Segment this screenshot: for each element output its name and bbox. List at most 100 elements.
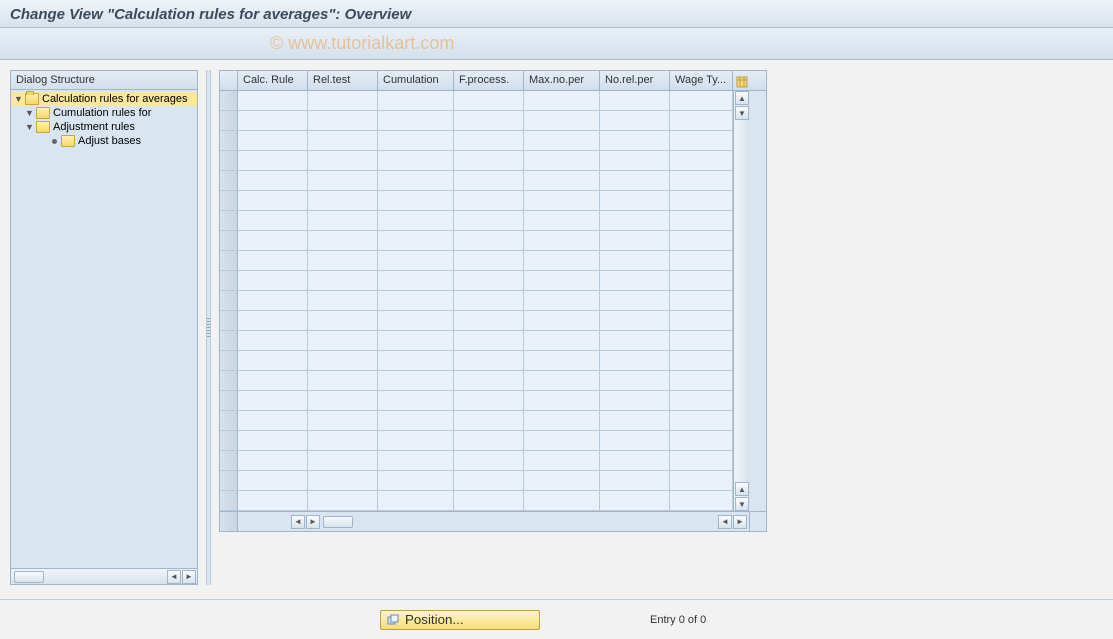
table-cell[interactable]	[378, 351, 454, 370]
table-cell[interactable]	[238, 351, 308, 370]
table-cell[interactable]	[454, 491, 524, 510]
grid-config-button[interactable]	[733, 71, 751, 90]
table-cell[interactable]	[454, 391, 524, 410]
table-cell[interactable]	[670, 211, 733, 230]
table-cell[interactable]	[600, 351, 670, 370]
table-cell[interactable]	[600, 191, 670, 210]
table-cell[interactable]	[454, 351, 524, 370]
table-cell[interactable]	[238, 251, 308, 270]
table-cell[interactable]	[670, 331, 733, 350]
table-row[interactable]	[220, 331, 733, 351]
table-cell[interactable]	[524, 151, 600, 170]
table-cell[interactable]	[670, 351, 733, 370]
table-cell[interactable]	[308, 111, 378, 130]
scroll-down2-icon[interactable]: ▼	[735, 497, 749, 511]
table-cell[interactable]	[378, 431, 454, 450]
table-row[interactable]	[220, 411, 733, 431]
table-row[interactable]	[220, 131, 733, 151]
table-cell[interactable]	[238, 191, 308, 210]
table-cell[interactable]	[670, 371, 733, 390]
table-cell[interactable]	[524, 91, 600, 110]
table-row[interactable]	[220, 351, 733, 371]
table-cell[interactable]	[378, 251, 454, 270]
row-header[interactable]	[220, 191, 238, 210]
table-cell[interactable]	[600, 311, 670, 330]
table-cell[interactable]	[454, 471, 524, 490]
table-cell[interactable]	[308, 231, 378, 250]
table-cell[interactable]	[600, 371, 670, 390]
table-cell[interactable]	[308, 431, 378, 450]
table-cell[interactable]	[524, 231, 600, 250]
table-row[interactable]	[220, 471, 733, 491]
row-header[interactable]	[220, 91, 238, 110]
table-cell[interactable]	[378, 391, 454, 410]
table-cell[interactable]	[670, 451, 733, 470]
table-cell[interactable]	[308, 191, 378, 210]
table-cell[interactable]	[600, 111, 670, 130]
table-cell[interactable]	[238, 111, 308, 130]
scroll-up-icon[interactable]: ▲	[735, 91, 749, 105]
table-cell[interactable]	[524, 411, 600, 430]
table-cell[interactable]	[600, 331, 670, 350]
table-cell[interactable]	[238, 151, 308, 170]
col-cumulation[interactable]: Cumulation	[378, 71, 454, 90]
table-cell[interactable]	[524, 431, 600, 450]
expand-icon[interactable]: ▼	[25, 123, 34, 132]
table-cell[interactable]	[238, 411, 308, 430]
table-cell[interactable]	[308, 351, 378, 370]
table-cell[interactable]	[600, 251, 670, 270]
table-row[interactable]	[220, 251, 733, 271]
table-cell[interactable]	[378, 191, 454, 210]
col-max-no-per[interactable]: Max.no.per	[524, 71, 600, 90]
table-cell[interactable]	[378, 271, 454, 290]
table-cell[interactable]	[600, 411, 670, 430]
table-cell[interactable]	[524, 471, 600, 490]
table-row[interactable]	[220, 151, 733, 171]
col-wage-type[interactable]: Wage Ty...	[670, 71, 733, 90]
tree-hscrollbar[interactable]: ◄ ►	[11, 568, 197, 584]
table-cell[interactable]	[524, 491, 600, 510]
row-header[interactable]	[220, 111, 238, 130]
table-cell[interactable]	[600, 131, 670, 150]
table-cell[interactable]	[308, 291, 378, 310]
table-cell[interactable]	[378, 291, 454, 310]
col-f-process[interactable]: F.process.	[454, 71, 524, 90]
table-cell[interactable]	[378, 471, 454, 490]
table-cell[interactable]	[454, 371, 524, 390]
table-cell[interactable]	[454, 111, 524, 130]
table-cell[interactable]	[454, 151, 524, 170]
grid-hscrollbar[interactable]: ◄ ► ◄ ►	[238, 514, 749, 530]
table-cell[interactable]	[600, 171, 670, 190]
table-cell[interactable]	[238, 291, 308, 310]
table-cell[interactable]	[524, 391, 600, 410]
table-cell[interactable]	[600, 91, 670, 110]
table-cell[interactable]	[238, 391, 308, 410]
table-cell[interactable]	[238, 451, 308, 470]
table-cell[interactable]	[238, 211, 308, 230]
scroll-right2-icon[interactable]: ►	[733, 515, 747, 529]
table-row[interactable]	[220, 371, 733, 391]
table-cell[interactable]	[308, 491, 378, 510]
table-cell[interactable]	[238, 331, 308, 350]
row-header[interactable]	[220, 291, 238, 310]
table-cell[interactable]	[238, 171, 308, 190]
tree-node[interactable]: ▼Adjustment rules	[11, 120, 197, 134]
table-cell[interactable]	[600, 491, 670, 510]
table-cell[interactable]	[378, 231, 454, 250]
row-header[interactable]	[220, 331, 238, 350]
table-row[interactable]	[220, 491, 733, 511]
table-cell[interactable]	[378, 211, 454, 230]
table-row[interactable]	[220, 111, 733, 131]
table-cell[interactable]	[524, 191, 600, 210]
table-cell[interactable]	[670, 151, 733, 170]
scroll-thumb[interactable]	[323, 516, 353, 528]
table-cell[interactable]	[308, 311, 378, 330]
table-row[interactable]	[220, 231, 733, 251]
table-cell[interactable]	[308, 371, 378, 390]
table-cell[interactable]	[670, 111, 733, 130]
table-cell[interactable]	[670, 131, 733, 150]
table-cell[interactable]	[308, 271, 378, 290]
expand-icon[interactable]: ▼	[25, 109, 34, 118]
tree-node[interactable]: Adjust bases	[11, 134, 197, 148]
table-cell[interactable]	[670, 311, 733, 330]
